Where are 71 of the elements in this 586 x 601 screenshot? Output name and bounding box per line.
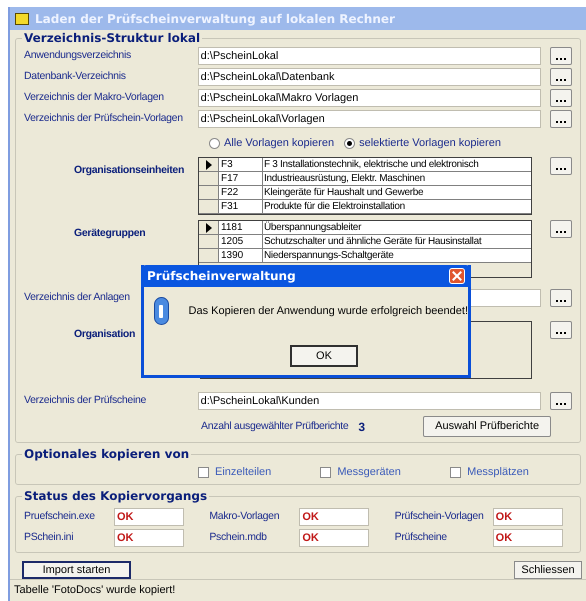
section-label: Organisationseinheiten — [74, 164, 184, 176]
radio-option[interactable]: selektierte Vorlagen kopieren — [344, 134, 501, 152]
status-value: OK — [492, 508, 563, 526]
info-icon — [154, 297, 169, 325]
count-label: Anzahl ausgewählter Prüfberichte — [201, 418, 348, 434]
status-label: Prüfschein-Vorlagen — [394, 509, 485, 524]
window-title: Laden der Prüfscheinverwaltung auf lokalen Rechner — [35, 10, 395, 28]
table-cell: Kleingeräte für Haushalt und Gewerbe — [263, 186, 531, 200]
checkbox-option[interactable]: Einzelteilen — [198, 464, 320, 481]
table-cell: Industrieausrüstung, Elektr. Maschinen — [263, 172, 531, 186]
field-label: Verzeichnis der Prüfscheine — [24, 392, 148, 408]
status-value: OK — [299, 508, 370, 526]
group-title: Optionales kopieren von — [22, 446, 192, 462]
browse-button[interactable] — [550, 220, 572, 238]
status-value: OK — [114, 508, 184, 526]
browse-button[interactable] — [550, 46, 572, 64]
field-label: Verzeichnis der Anlagen — [24, 290, 131, 305]
path-field[interactable]: d:\PscheinLokal — [198, 46, 541, 64]
table-cell: 1205 — [219, 235, 263, 249]
row-header[interactable] — [199, 158, 219, 172]
checkbox-option[interactable]: Messgeräten — [320, 464, 450, 481]
close-button[interactable]: Schliessen — [514, 561, 582, 579]
browse-button[interactable] — [550, 157, 572, 175]
browse-button[interactable] — [550, 88, 572, 106]
count-value: 3 — [358, 418, 366, 436]
path-field[interactable]: d:\PscheinLokal\Datenbank — [198, 68, 541, 86]
radio-option[interactable]: Alle Vorlagen kopieren — [209, 134, 334, 152]
close-icon[interactable] — [449, 268, 465, 284]
browse-button[interactable] — [550, 392, 572, 410]
table-cell: Überspannungsableiter — [263, 221, 531, 235]
field-label: Verzeichnis der Makro-Vorlagen — [24, 90, 165, 105]
table-cell: F3 — [219, 158, 263, 172]
status-label: Makro-Vorlagen — [209, 509, 280, 524]
table-cell: F31 — [219, 200, 263, 214]
section-label: Organisation — [74, 328, 136, 340]
status-value: OK — [299, 529, 370, 548]
group-title: Status des Kopiervorgangs — [22, 488, 210, 504]
select-reports-button[interactable]: Auswahl Prüfberichte — [423, 416, 552, 437]
table-cell: 1181 — [219, 221, 263, 235]
path-field[interactable]: d:\PscheinLokal\Makro Vorlagen — [198, 88, 541, 106]
table-cell: Produkte für die Elektroinstallation — [263, 200, 531, 214]
status-label: Prüfscheine — [394, 530, 448, 546]
table-cell: Niederspannungs-Schaltgeräte — [263, 249, 531, 263]
checkbox-option[interactable]: Messplätzen — [450, 464, 580, 481]
browse-button[interactable] — [550, 68, 572, 86]
status-label: PSchein.ini — [24, 530, 74, 546]
table-cell: Schutzschalter und ähnliche Geräte für Hausinstallat — [263, 235, 531, 249]
status-label: Pschein.mdb — [209, 530, 268, 546]
table-cell: 1390 — [219, 249, 263, 263]
status-bar: Tabelle 'FotoDocs' wurde kopiert! — [10, 579, 586, 599]
path-field[interactable]: d:\PscheinLokal\Vorlagen — [198, 110, 541, 128]
status-value: OK — [114, 529, 184, 548]
ok-button[interactable]: OK — [290, 345, 358, 367]
field-label: Anwendungsverzeichnis — [24, 48, 132, 63]
field-label: Datenbank-Verzeichnis — [24, 68, 127, 84]
status-label: Pruefschein.exe — [24, 509, 96, 524]
browse-button[interactable] — [550, 321, 572, 339]
row-header[interactable] — [199, 221, 219, 235]
browse-button[interactable] — [550, 110, 572, 128]
field-label: Verzeichnis der Prüfschein-Vorlagen — [24, 110, 184, 126]
app-icon — [15, 12, 29, 24]
section-label: Gerätegruppen — [74, 227, 146, 239]
start-import-button[interactable]: Import starten — [22, 561, 131, 579]
table-cell: F17 — [219, 172, 263, 186]
dialog-title: Prüfscheinverwaltung — [147, 268, 296, 285]
browse-button[interactable] — [550, 288, 572, 306]
table-cell: F 3 Installationstechnik, elektrische und elektronisch — [263, 158, 531, 172]
table-cell: F22 — [219, 186, 263, 200]
path-field[interactable]: d:\PscheinLokal\Kunden — [198, 392, 541, 410]
status-value: OK — [492, 529, 563, 548]
dialog-message: Das Kopieren der Anwendung wurde erfolgreich beendet! — [188, 304, 468, 319]
